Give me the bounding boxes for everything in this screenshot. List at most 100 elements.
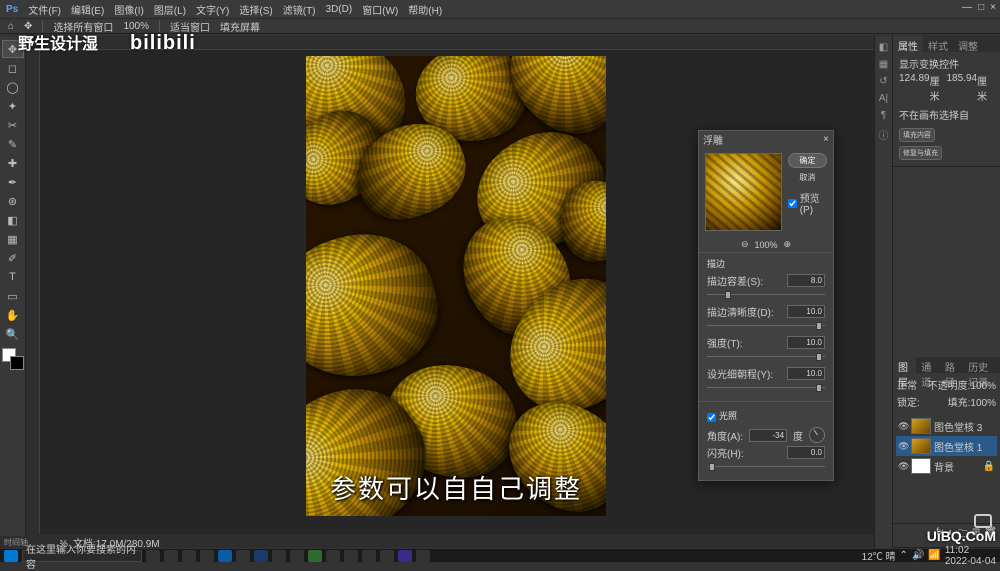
para-icon[interactable]: ¶	[881, 110, 886, 121]
visibility-icon[interactable]: 👁	[898, 461, 908, 472]
home-icon[interactable]: ⌂	[8, 21, 14, 32]
menu-type[interactable]: 文字(Y)	[196, 2, 229, 17]
tab-paths[interactable]: 路径	[940, 357, 963, 373]
dialog-close[interactable]: ×	[823, 134, 829, 145]
tb-app[interactable]	[218, 550, 232, 562]
brush-tool[interactable]: ✒	[2, 173, 24, 191]
color-swatch[interactable]	[2, 348, 24, 370]
hand-tool[interactable]: ✋	[2, 306, 24, 324]
tb-app[interactable]	[380, 550, 394, 562]
cancel-button[interactable]: 取消	[788, 172, 827, 183]
menu-image[interactable]: 图像(I)	[114, 2, 143, 17]
menu-window[interactable]: 窗口(W)	[362, 2, 398, 17]
heal-tool[interactable]: ✚	[2, 154, 24, 172]
marquee-tool[interactable]: ◻	[2, 59, 24, 77]
tb-app[interactable]	[182, 550, 196, 562]
windows-taskbar: 在这里输入你要搜索的内容 12℃ 晴 ⌃ 🔊 📶 11:022022-04-04	[0, 548, 1000, 562]
dialog-titlebar[interactable]: 浮雕 ×	[699, 131, 833, 147]
clarity-slider[interactable]	[707, 321, 825, 331]
heal-button[interactable]: 修复与填充	[899, 146, 942, 160]
menu-edit[interactable]: 编辑(E)	[71, 2, 104, 17]
document-canvas[interactable]: 参数可以自自己调整	[306, 56, 606, 516]
win-close[interactable]: ×	[990, 2, 996, 13]
menu-select[interactable]: 选择(S)	[239, 2, 272, 17]
tab-layers[interactable]: 图层	[893, 357, 916, 373]
gradient-tool[interactable]: ▦	[2, 230, 24, 248]
clarity-input[interactable]	[787, 305, 825, 318]
detail-input[interactable]	[787, 367, 825, 380]
fill-button[interactable]: 填充内容	[899, 128, 935, 142]
menu-layer[interactable]: 图层(L)	[154, 2, 186, 17]
ok-button[interactable]: 确定	[788, 153, 827, 168]
tb-app[interactable]	[326, 550, 340, 562]
tray-icon[interactable]: 📶	[928, 550, 940, 561]
wand-tool[interactable]: ✦	[2, 97, 24, 115]
win-max[interactable]: □	[978, 2, 984, 13]
win-min[interactable]: —	[962, 2, 972, 13]
color-icon[interactable]: ◧	[879, 42, 888, 53]
ps-logo: Ps	[6, 4, 18, 15]
tb-app[interactable]	[344, 550, 358, 562]
tb-app[interactable]	[254, 550, 268, 562]
light-checkbox[interactable]: 光照	[707, 409, 825, 425]
tab-channels[interactable]: 通道	[916, 357, 939, 373]
strength-input[interactable]	[787, 336, 825, 349]
taskbar-search[interactable]: 在这里输入你要搜索的内容	[22, 550, 142, 562]
stamp-tool[interactable]: ⊛	[2, 192, 24, 210]
swatches-icon[interactable]: ▦	[879, 59, 888, 70]
menu-help[interactable]: 帮助(H)	[408, 2, 442, 17]
info-icon[interactable]: ⓘ	[879, 127, 889, 142]
shape-tool[interactable]: ▭	[2, 287, 24, 305]
tab-adjust[interactable]: 调整	[953, 36, 983, 52]
tb-app[interactable]	[272, 550, 286, 562]
opt-zoom[interactable]: 100%	[123, 21, 149, 32]
eraser-tool[interactable]: ◧	[2, 211, 24, 229]
tray-icon[interactable]: ⌃	[900, 550, 908, 561]
tb-app[interactable]	[362, 550, 376, 562]
eyedrop-tool[interactable]: ✎	[2, 135, 24, 153]
pen-tool[interactable]: ✐	[2, 249, 24, 267]
char-icon[interactable]: A|	[879, 93, 888, 104]
menu-3d[interactable]: 3D(D)	[326, 4, 353, 15]
layer-item[interactable]: 👁图色堂核 1	[896, 436, 997, 456]
layer-item[interactable]: 👁图色堂核 3	[896, 416, 997, 436]
crop-tool[interactable]: ✂	[2, 116, 24, 134]
status-bar: 22.44% 文档:17.0M/280.9M	[26, 534, 1000, 548]
tab-properties[interactable]: 属性	[893, 36, 923, 52]
opt-fill[interactable]: 填充屏幕	[220, 19, 260, 34]
weather[interactable]: 12℃ 晴	[862, 548, 896, 563]
zoom-in-icon[interactable]: ⊕	[784, 239, 792, 250]
preview-checkbox[interactable]: 预览(P)	[788, 190, 827, 216]
tolerance-input[interactable]	[787, 274, 825, 287]
zoom-tool[interactable]: 🔍	[2, 325, 24, 343]
tolerance-slider[interactable]	[707, 290, 825, 300]
tab-styles[interactable]: 样式	[923, 36, 953, 52]
lasso-tool[interactable]: ◯	[2, 78, 24, 96]
tb-app[interactable]	[200, 550, 214, 562]
layer-item[interactable]: 👁背景🔒	[896, 456, 997, 476]
strength-slider[interactable]	[707, 352, 825, 362]
tb-app[interactable]	[290, 550, 304, 562]
menu-filter[interactable]: 滤镜(T)	[283, 2, 316, 17]
angle-dial[interactable]	[809, 427, 825, 443]
tb-app[interactable]	[236, 550, 250, 562]
type-tool[interactable]: T	[2, 268, 24, 286]
visibility-icon[interactable]: 👁	[898, 421, 908, 432]
tb-app[interactable]	[146, 550, 160, 562]
tb-app[interactable]	[164, 550, 178, 562]
tb-app[interactable]	[398, 550, 412, 562]
start-button[interactable]	[4, 550, 18, 562]
angle-input[interactable]	[749, 429, 787, 442]
detail-slider[interactable]	[707, 383, 825, 393]
visibility-icon[interactable]: 👁	[898, 441, 908, 452]
history-icon[interactable]: ↺	[879, 76, 887, 87]
tb-app[interactable]	[308, 550, 322, 562]
zoom-out-icon[interactable]: ⊖	[741, 239, 749, 250]
tray-icon[interactable]: 🔊	[912, 550, 924, 561]
shine-input[interactable]	[787, 446, 825, 459]
tab-history[interactable]: 历史记录	[963, 357, 1000, 373]
shine-slider[interactable]	[707, 462, 825, 472]
tb-app[interactable]	[416, 550, 430, 562]
clock[interactable]: 11:022022-04-04	[945, 545, 996, 567]
menu-file[interactable]: 文件(F)	[28, 2, 61, 17]
